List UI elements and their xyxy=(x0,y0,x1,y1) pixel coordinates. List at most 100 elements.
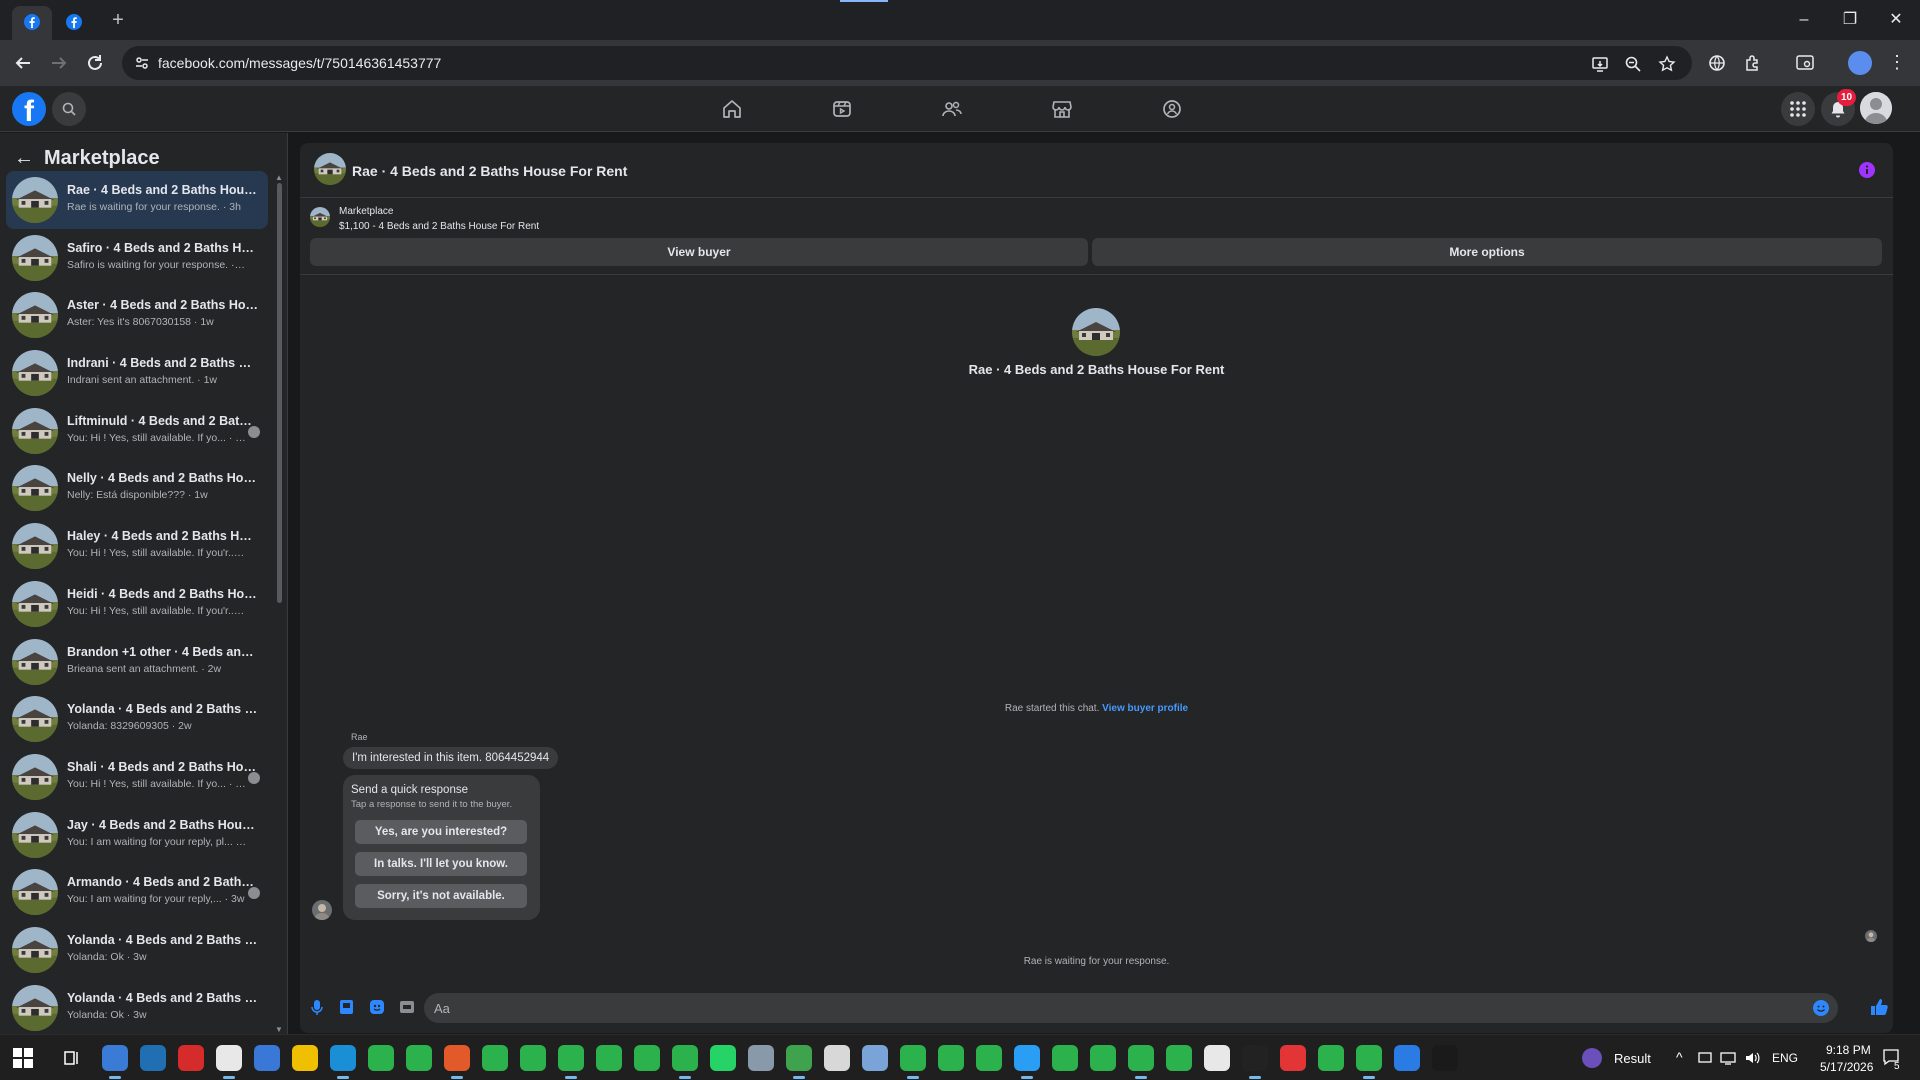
back-arrow-icon[interactable]: ← xyxy=(14,147,36,170)
conversation-item[interactable]: Shali · 4 Beds and 2 Baths House For Ren… xyxy=(6,748,268,806)
taskbar-app-icon[interactable] xyxy=(1204,1045,1230,1071)
forward-button[interactable] xyxy=(48,52,70,74)
taskbar-app-icon[interactable] xyxy=(1052,1045,1078,1071)
browser-tab-facebook[interactable] xyxy=(62,6,92,40)
taskbar-app-icon[interactable] xyxy=(824,1045,850,1071)
facebook-search-button[interactable] xyxy=(52,92,86,126)
incoming-message[interactable]: I'm interested in this item. 8064452944 xyxy=(343,747,559,769)
taskbar-app-icon[interactable] xyxy=(292,1045,318,1071)
conversation-item[interactable]: Safiro · 4 Beds and 2 Baths House For Re… xyxy=(6,229,268,287)
conversation-item[interactable]: Brandon +1 other · 4 Beds and 2 Baths Ho… xyxy=(6,633,268,691)
taskbar-app-icon[interactable] xyxy=(938,1045,964,1071)
sidebar-scrollbar[interactable] xyxy=(277,183,282,603)
taskbar-app-icon[interactable] xyxy=(1128,1045,1154,1079)
conversation-item[interactable]: Rae · 4 Beds and 2 Baths House For Rent R… xyxy=(6,171,268,229)
taskbar-app-icon[interactable] xyxy=(140,1045,166,1071)
conversation-item[interactable]: Liftminuld · 4 Beds and 2 Baths House Fo… xyxy=(6,402,268,460)
more-options-button[interactable]: More options xyxy=(1092,238,1882,266)
taskbar-app-icon[interactable] xyxy=(1432,1045,1458,1071)
taskbar-app-icon[interactable] xyxy=(178,1045,204,1071)
conversation-item[interactable]: Indrani · 4 Beds and 2 Baths House For R… xyxy=(6,344,268,402)
reload-button[interactable] xyxy=(84,52,106,74)
taskbar-app-icon[interactable] xyxy=(1090,1045,1116,1071)
network-icon[interactable] xyxy=(1720,1051,1736,1065)
video-icon[interactable] xyxy=(831,98,853,120)
taskbar-app-icon[interactable] xyxy=(1014,1045,1040,1079)
chat-title[interactable]: Rae · 4 Beds and 2 Baths House For Rent xyxy=(352,163,627,179)
close-window-button[interactable]: ✕ xyxy=(1884,8,1908,32)
taskbar-app-icon[interactable] xyxy=(330,1045,356,1079)
taskbar-app-icon[interactable] xyxy=(482,1045,508,1071)
restore-button[interactable]: ❐ xyxy=(1838,8,1862,32)
install-app-icon[interactable] xyxy=(1591,55,1609,73)
microphone-icon[interactable] xyxy=(308,998,326,1016)
taskbar-app-icon[interactable] xyxy=(444,1045,470,1079)
volume-icon[interactable] xyxy=(1744,1051,1760,1065)
taskbar-app-icon[interactable] xyxy=(710,1045,736,1071)
thumbs-up-icon[interactable] xyxy=(1869,997,1889,1017)
gallery-icon[interactable] xyxy=(338,998,356,1016)
conversation-item[interactable]: Armando · 4 Beds and 2 Baths House For R… xyxy=(6,863,268,921)
bookmark-star-icon[interactable] xyxy=(1658,55,1676,73)
groups-icon[interactable] xyxy=(1161,98,1183,120)
conversation-item[interactable]: Heidi · 4 Beds and 2 Baths House For Ren… xyxy=(6,575,268,633)
zoom-icon[interactable] xyxy=(1624,55,1642,73)
windows-start-icon[interactable] xyxy=(13,1048,33,1068)
account-avatar[interactable] xyxy=(1860,92,1892,124)
clock-time[interactable]: 9:18 PM xyxy=(1826,1043,1871,1057)
chrome-profile-avatar[interactable] xyxy=(1848,51,1872,75)
conversation-item[interactable]: Yolanda · 4 Beds and 2 Baths House For R… xyxy=(6,979,268,1034)
taskbar-app-icon[interactable] xyxy=(406,1045,432,1071)
sticker-icon[interactable] xyxy=(368,998,386,1016)
tray-overflow-chevron[interactable]: ^ xyxy=(1676,1049,1683,1065)
clock-date[interactable]: 5/17/2026 xyxy=(1820,1060,1873,1074)
taskbar-app-icon[interactable] xyxy=(976,1045,1002,1071)
scroll-up-arrow[interactable]: ▲ xyxy=(274,173,284,182)
info-icon[interactable] xyxy=(1858,161,1876,179)
taskbar-app-icon[interactable] xyxy=(596,1045,622,1071)
home-icon[interactable] xyxy=(721,98,743,120)
view-buyer-button[interactable]: View buyer xyxy=(310,238,1088,266)
taskbar-app-icon[interactable] xyxy=(634,1045,660,1071)
taskbar-app-icon[interactable] xyxy=(1394,1045,1420,1071)
conversation-item[interactable]: Yolanda · 4 Beds and 2 Baths House For R… xyxy=(6,690,268,748)
facebook-logo[interactable]: f xyxy=(12,92,46,126)
quick-response-button[interactable]: Yes, are you interested? xyxy=(355,820,527,844)
taskbar-app-icon[interactable] xyxy=(368,1045,394,1071)
scroll-down-arrow[interactable]: ▼ xyxy=(274,1025,284,1034)
taskbar-app-icon[interactable] xyxy=(1166,1045,1192,1071)
taskbar-app-icon[interactable] xyxy=(786,1045,812,1079)
taskbar-app-icon[interactable] xyxy=(862,1045,888,1071)
result-app-icon[interactable] xyxy=(1582,1048,1602,1068)
taskbar-app-icon[interactable] xyxy=(558,1045,584,1079)
back-button[interactable] xyxy=(12,52,34,74)
new-tab-button[interactable]: + xyxy=(106,8,130,32)
sender-avatar[interactable] xyxy=(312,900,332,920)
conversation-item[interactable]: Nelly · 4 Beds and 2 Baths House For Ren… xyxy=(6,459,268,517)
conversation-item[interactable]: Haley · 4 Beds and 2 Baths House For Ren… xyxy=(6,517,268,575)
conversation-item[interactable]: Aster · 4 Beds and 2 Baths House For Ren… xyxy=(6,286,268,344)
gif-icon[interactable] xyxy=(398,998,416,1016)
result-label[interactable]: Result xyxy=(1614,1051,1651,1066)
quick-response-button[interactable]: Sorry, it's not available. xyxy=(355,884,527,908)
site-settings-icon[interactable] xyxy=(134,55,150,71)
conversation-item[interactable]: Yolanda · 4 Beds and 2 Baths House For R… xyxy=(6,921,268,979)
minimize-button[interactable]: – xyxy=(1792,8,1816,32)
taskbar-app-icon[interactable] xyxy=(216,1045,242,1079)
taskbar-app-icon[interactable] xyxy=(1242,1045,1268,1079)
taskbar-app-icon[interactable] xyxy=(1280,1045,1306,1071)
display-icon[interactable] xyxy=(1698,1051,1712,1065)
emoji-icon[interactable] xyxy=(1812,999,1830,1017)
task-view-icon[interactable] xyxy=(62,1048,82,1068)
taskbar-app-icon[interactable] xyxy=(672,1045,698,1079)
conversation-item[interactable]: Jay · 4 Beds and 2 Baths House For Rent Y… xyxy=(6,806,268,864)
side-panel-search-icon[interactable] xyxy=(1794,52,1816,74)
taskbar-app-icon[interactable] xyxy=(748,1045,774,1071)
view-buyer-profile-link[interactable]: View buyer profile xyxy=(1102,703,1188,714)
taskbar-app-icon[interactable] xyxy=(254,1045,280,1071)
quick-response-button[interactable]: In talks. I'll let you know. xyxy=(355,852,527,876)
taskbar-app-icon[interactable] xyxy=(900,1045,926,1079)
menu-grid-button[interactable] xyxy=(1781,92,1815,126)
language-indicator[interactable]: ENG xyxy=(1772,1051,1798,1065)
vpn-globe-icon[interactable] xyxy=(1706,52,1728,74)
